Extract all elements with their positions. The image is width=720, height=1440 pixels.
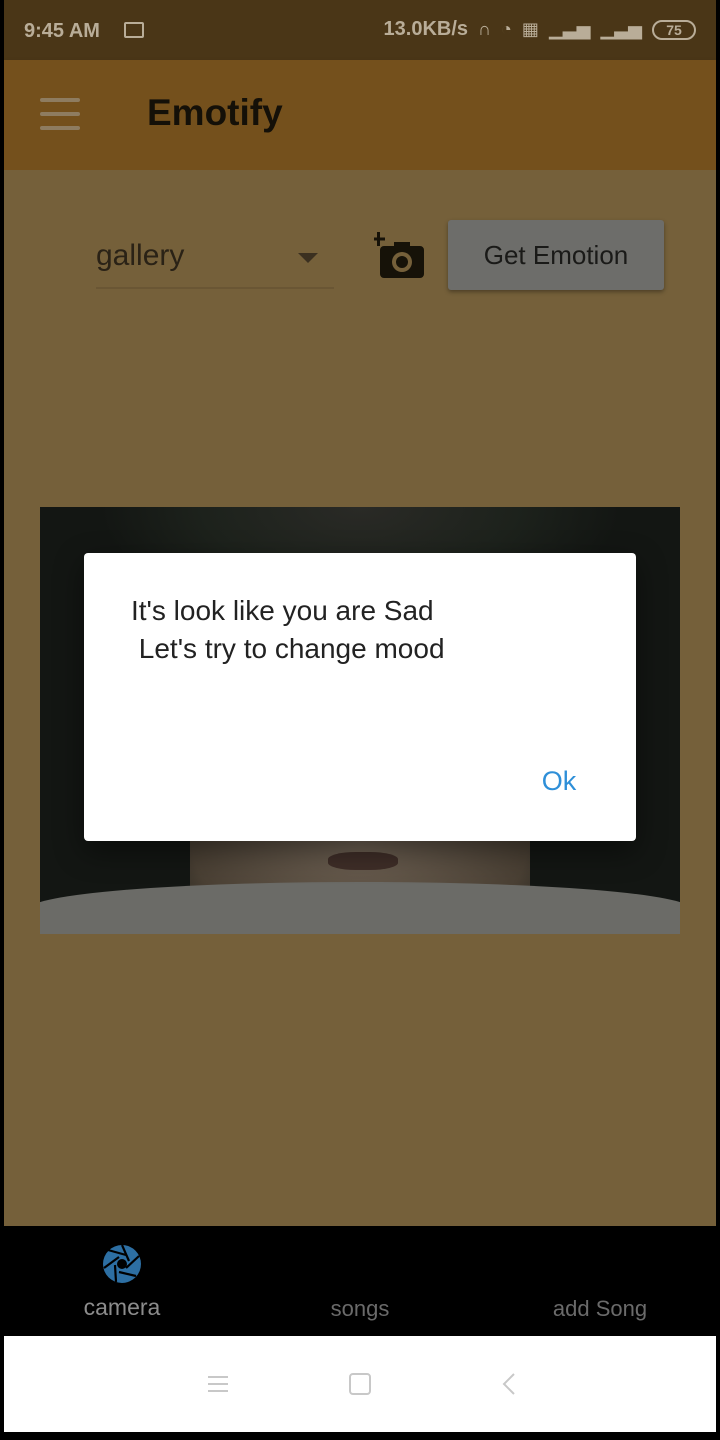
nav-item-songs[interactable]: songs [300, 1226, 420, 1336]
hamburger-menu-icon[interactable] [40, 98, 80, 130]
source-dropdown-value: gallery [96, 239, 185, 272]
dropdown-arrow-icon [298, 253, 318, 263]
face-mouth [328, 852, 398, 870]
dialog-message-line-1: It's look like you are Sad [131, 595, 434, 626]
system-navigation-bar [4, 1336, 716, 1432]
nav-label-songs: songs [330, 1296, 390, 1321]
bottom-navigation: camera songs add Song [0, 1226, 720, 1336]
network-speed: 13.0KB/s [383, 18, 469, 40]
recents-icon[interactable] [200, 1366, 236, 1402]
back-icon[interactable] [492, 1366, 528, 1402]
signal-icon-2: ▁▃▅ [600, 19, 642, 39]
status-time: 9:45 AM [24, 20, 100, 42]
get-emotion-button[interactable]: Get Emotion [448, 220, 664, 290]
dialog-message-line-2: Let's try to change mood [131, 633, 445, 664]
signal-icon: ▁▃▅ [548, 19, 591, 39]
app-title: Emotify [147, 92, 283, 133]
status-bar: 9:45 AM 13.0KB/s ∩ ◔ ▦ ▁▃▅ ▁▃▅ 75 [4, 0, 716, 60]
data-icon: ▦ [521, 19, 539, 39]
alarm-icon: ◔ [501, 19, 512, 39]
nav-item-add-song[interactable]: add Song [530, 1226, 670, 1336]
status-indicators: 13.0KB/s ∩ ◔ ▦ ▁▃▅ ▁▃▅ 75 [384, 18, 696, 41]
ok-button[interactable]: Ok [524, 761, 594, 801]
app-bar: Emotify [4, 60, 716, 170]
home-icon[interactable] [342, 1366, 378, 1402]
camera-shutter-icon [103, 1244, 141, 1283]
nav-label-camera: camera [83, 1294, 161, 1320]
battery-icon: 75 [652, 19, 696, 40]
emotion-dialog: It's look like you are Sad Let's try to … [84, 553, 636, 841]
shirt-image [40, 882, 680, 934]
video-record-icon [124, 22, 144, 38]
nav-item-camera[interactable]: camera [62, 1226, 182, 1336]
app-screen: 9:45 AM 13.0KB/s ∩ ◔ ▦ ▁▃▅ ▁▃▅ 75 Emotif… [0, 0, 720, 1440]
add-a-photo-icon[interactable] [372, 232, 426, 280]
headphones-icon: ∩ [478, 19, 492, 39]
nav-label-add-song: add Song [552, 1296, 648, 1321]
source-dropdown[interactable]: gallery [96, 235, 334, 289]
